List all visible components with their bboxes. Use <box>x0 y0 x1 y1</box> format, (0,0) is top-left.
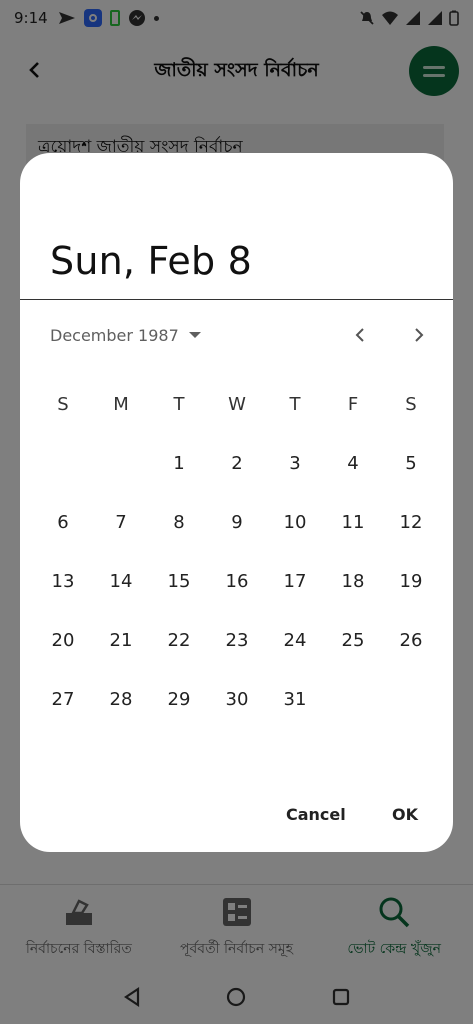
selected-date-display: Sun, Feb 8 <box>50 239 252 283</box>
month-year-selector[interactable]: December 1987 <box>50 326 179 345</box>
weekday-label: S <box>405 394 417 415</box>
calendar-day[interactable]: 18 <box>324 571 382 592</box>
calendar-day[interactable]: 4 <box>324 453 382 474</box>
calendar-grid: S M T W T F S 1 2 3 4 5 6 7 8 9 10 11 12 13 14 15 16 17 1… <box>34 375 440 729</box>
calendar-day[interactable]: 21 <box>92 630 150 651</box>
weekday-label: F <box>347 394 359 415</box>
calendar-day[interactable]: 13 <box>34 571 92 592</box>
weekday-label: T <box>289 394 301 415</box>
calendar-week-row: 12345 <box>34 434 440 493</box>
chevron-right-icon <box>415 328 424 342</box>
weekday-header-row: S M T W T F S <box>34 375 440 434</box>
weekday-label: W <box>228 394 246 415</box>
calendar-day[interactable]: 31 <box>266 689 324 710</box>
calendar-day[interactable]: 3 <box>266 453 324 474</box>
calendar-day[interactable]: 15 <box>150 571 208 592</box>
calendar-day[interactable]: 6 <box>34 512 92 533</box>
chevron-left-icon <box>355 328 364 342</box>
calendar-day[interactable]: 7 <box>92 512 150 533</box>
calendar-day[interactable]: 14 <box>92 571 150 592</box>
weekday-label: T <box>173 394 185 415</box>
calendar-day[interactable]: 28 <box>92 689 150 710</box>
next-month-button[interactable] <box>405 321 433 349</box>
dropdown-caret-icon[interactable] <box>188 332 201 338</box>
previous-month-button[interactable] <box>346 321 374 349</box>
calendar-day[interactable]: 8 <box>150 512 208 533</box>
calendar-day[interactable]: 27 <box>34 689 92 710</box>
weekday-label: S <box>57 394 69 415</box>
calendar-day[interactable]: 17 <box>266 571 324 592</box>
calendar-day[interactable]: 9 <box>208 512 266 533</box>
ok-button[interactable]: OK <box>392 805 418 824</box>
calendar-week-row: 27 28 29 30 31 <box>34 670 440 729</box>
calendar-day[interactable]: 12 <box>382 512 440 533</box>
weekday-label: M <box>113 394 129 415</box>
calendar-day[interactable]: 30 <box>208 689 266 710</box>
date-picker-header: Sun, Feb 8 <box>20 153 453 300</box>
dialog-actions: Cancel OK <box>20 805 453 835</box>
calendar-day[interactable]: 24 <box>266 630 324 651</box>
calendar-day[interactable]: 11 <box>324 512 382 533</box>
calendar-weeks: 1 2 3 4 5 6 7 8 9 10 11 12 13 14 15 16 17 18 19 20 21 22 23 24 2… <box>34 434 440 729</box>
calendar-day[interactable]: 2 <box>208 453 266 474</box>
calendar-day[interactable]: 29 <box>150 689 208 710</box>
calendar-day[interactable]: 19 <box>382 571 440 592</box>
calendar-day[interactable]: 22 <box>150 630 208 651</box>
calendar-day[interactable]: 1 <box>150 453 208 474</box>
calendar-day[interactable]: 26 <box>382 630 440 651</box>
calendar-day[interactable]: 25 <box>324 630 382 651</box>
calendar-week-row: 6 7 8 9 10 11 12 <box>34 493 440 552</box>
date-picker-dialog: Sun, Feb 8 December 1987 S M T W T F S 1… <box>20 153 453 852</box>
cancel-button[interactable]: Cancel <box>286 805 346 824</box>
calendar-day[interactable]: 20 <box>34 630 92 651</box>
calendar-day[interactable]: 23 <box>208 630 266 651</box>
calendar-day[interactable]: 10 <box>266 512 324 533</box>
calendar-day[interactable]: 16 <box>208 571 266 592</box>
calendar-day[interactable]: 5 <box>382 453 440 474</box>
calendar-week-row: 13 14 15 16 17 18 19 <box>34 552 440 611</box>
calendar-week-row: 20 21 22 23 24 25 26 <box>34 611 440 670</box>
month-navigation: December 1987 <box>50 321 430 349</box>
